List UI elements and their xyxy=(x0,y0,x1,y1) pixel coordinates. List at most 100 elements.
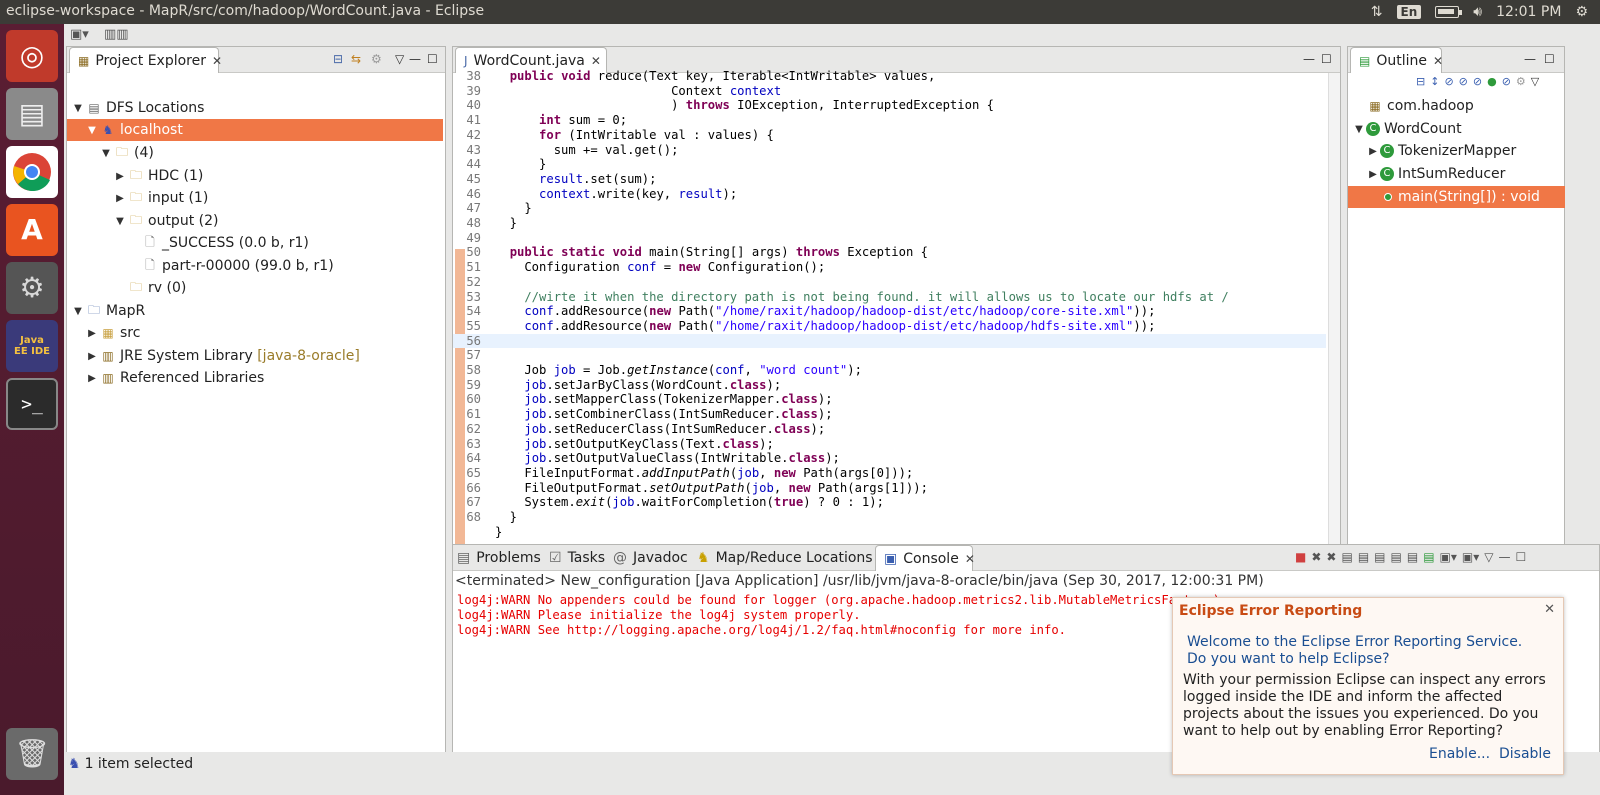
code-line[interactable]: 66 FileOutputFormat.setOutputPath(job, n… xyxy=(453,481,1326,496)
collapse-all-icon[interactable]: ⊟ xyxy=(333,52,343,66)
welcome-link[interactable]: Welcome to the Eclipse Error Reporting S… xyxy=(1187,634,1522,650)
tab-project-explorer[interactable]: ▦ Project Explorer ✕ xyxy=(69,47,222,73)
code-line[interactable]: 38 public void reduce(Text key, Iterable… xyxy=(453,69,1326,84)
open-console-icon[interactable]: ▣▾ xyxy=(1462,550,1479,564)
code-line[interactable]: 64 job.setOutputValueClass(IntWritable.c… xyxy=(453,451,1326,466)
tree-item-localhost[interactable]: ▼ ♞ localhost xyxy=(67,119,443,141)
outline-item-wordcount[interactable]: ▼ C WordCount xyxy=(1348,118,1565,140)
chevron-right-icon[interactable]: ▶ xyxy=(85,328,99,339)
ubuntu-icon[interactable]: ◎ xyxy=(6,30,58,82)
chevron-right-icon[interactable]: ▶ xyxy=(113,193,127,204)
tab-console[interactable]: ▣ Console ✕ xyxy=(875,545,975,571)
close-icon[interactable]: ✕ xyxy=(965,552,975,566)
minimize-icon[interactable]: — xyxy=(1303,52,1315,66)
code-editor[interactable]: 38 public void reduce(Text key, Iterable… xyxy=(453,69,1340,559)
tree-item-mapr[interactable]: ▼ 🗀 MapR xyxy=(67,300,443,322)
outline-item-package[interactable]: ▦ com.hadoop xyxy=(1348,95,1565,117)
show-on-error-icon[interactable]: ▤ xyxy=(1407,550,1418,564)
save-all-icon[interactable]: ▥▥ xyxy=(104,27,129,42)
clock[interactable]: 12:01 PM xyxy=(1496,4,1561,20)
hide-nonpublic-icon[interactable]: ⊘ xyxy=(1473,75,1482,93)
code-line[interactable]: 45 result.set(sum); xyxy=(453,172,1326,187)
chevron-down-icon[interactable]: ▼ xyxy=(71,306,85,317)
maximize-icon[interactable]: ☐ xyxy=(1544,52,1555,66)
minimize-icon[interactable]: — xyxy=(1524,52,1536,66)
maximize-icon[interactable]: ☐ xyxy=(1516,550,1527,564)
code-line[interactable]: 61 job.setCombinerClass(IntSumReducer.cl… xyxy=(453,407,1326,422)
chevron-down-icon[interactable]: ▼ xyxy=(1352,124,1366,135)
word-wrap-icon[interactable]: ▤ xyxy=(1358,550,1369,564)
maximize-icon[interactable]: ☐ xyxy=(1321,52,1332,66)
network-icon[interactable]: ⇅ xyxy=(1371,4,1383,20)
hide-fields-icon[interactable]: ⊘ xyxy=(1444,75,1453,93)
chevron-right-icon[interactable]: ▶ xyxy=(1366,146,1380,157)
code-line[interactable]: 68 } xyxy=(453,510,1326,525)
chevron-right-icon[interactable]: ▶ xyxy=(1366,169,1380,180)
keyboard-layout-indicator[interactable]: En xyxy=(1396,5,1422,19)
view-menu-icon[interactable]: ▽ xyxy=(1531,75,1539,93)
terminal-icon[interactable]: >_ xyxy=(6,378,58,430)
close-icon[interactable]: ✕ xyxy=(212,54,222,68)
software-center-icon[interactable]: A xyxy=(6,204,58,256)
close-icon[interactable]: ✕ xyxy=(1433,54,1443,68)
code-line[interactable]: 62 job.setReducerClass(IntSumReducer.cla… xyxy=(453,422,1326,437)
code-line[interactable]: 67 System.exit(job.waitForCompletion(tru… xyxy=(453,495,1326,510)
tab-tasks[interactable]: ☑ Tasks xyxy=(549,550,605,566)
tree-item-jre-system-library[interactable]: ▶ ▥ JRE System Library [java-8-oracle] xyxy=(67,345,443,367)
disable-link[interactable]: Disable xyxy=(1499,746,1551,762)
code-line[interactable]: 59 job.setJarByClass(WordCount.class); xyxy=(453,378,1326,393)
volume-icon[interactable]: 🔊︎ xyxy=(1473,4,1482,20)
hide-local-types-icon[interactable]: ● xyxy=(1487,75,1497,93)
tab-mapreduce-locations[interactable]: ♞ Map/Reduce Locations xyxy=(697,550,873,566)
tree-item-rv[interactable]: 🗀 rv (0) xyxy=(67,277,443,299)
code-line[interactable]: 46 context.write(key, result); xyxy=(453,187,1326,202)
files-icon[interactable]: ▤ xyxy=(6,88,58,140)
code-line[interactable]: 54 conf.addResource(new Path("/home/raxi… xyxy=(453,304,1326,319)
gear-icon[interactable]: ⚙ xyxy=(1575,4,1588,20)
view-menu-icon[interactable]: ▽ xyxy=(1484,550,1493,564)
tab-problems[interactable]: ▤ Problems xyxy=(457,550,541,566)
outline-item-tokenizermapper[interactable]: ▶ C TokenizerMapper xyxy=(1348,140,1565,162)
overview-ruler[interactable] xyxy=(1328,73,1340,559)
tree-item-hdc[interactable]: ▶ 🗀 HDC (1) xyxy=(67,165,443,187)
code-line[interactable]: 58 Job job = Job.getInstance(conf, "word… xyxy=(453,363,1326,378)
code-line[interactable]: 40 ) throws IOException, InterruptedExce… xyxy=(453,98,1326,113)
link-icon[interactable]: ⊘ xyxy=(1502,75,1511,93)
collapse-all-icon[interactable]: ⊟ xyxy=(1416,75,1425,93)
show-on-output-icon[interactable]: ▤ xyxy=(1391,550,1402,564)
pin-console-icon[interactable]: ▤ xyxy=(1423,550,1434,564)
trash-icon[interactable]: 🗑︎ xyxy=(6,728,58,780)
terminate-icon[interactable]: ■ xyxy=(1295,550,1306,564)
chevron-right-icon[interactable]: ▶ xyxy=(85,373,99,384)
code-line[interactable]: 50 public static void main(String[] args… xyxy=(453,245,1326,260)
outline-item-intsumreducer[interactable]: ▶ C IntSumReducer xyxy=(1348,163,1565,185)
tree-item-dfs-locations[interactable]: ▼ ▤ DFS Locations xyxy=(67,97,443,119)
code-line[interactable]: 42 for (IntWritable val : values) { xyxy=(453,128,1326,143)
chevron-down-icon[interactable]: ▼ xyxy=(99,148,113,159)
tab-javadoc[interactable]: @ Javadoc xyxy=(613,550,688,566)
tree-item-part-r-00000[interactable]: 🗋 part-r-00000 (99.0 b, r1) xyxy=(67,255,443,277)
code-line[interactable]: 48 } xyxy=(453,216,1326,231)
chevron-down-icon[interactable]: ▼ xyxy=(85,125,99,136)
battery-icon[interactable] xyxy=(1435,6,1463,18)
code-line[interactable]: 53 //wirte it when the directory path is… xyxy=(453,290,1326,305)
clear-console-icon[interactable]: ▤ xyxy=(1374,550,1385,564)
new-icon[interactable]: ▣▾ xyxy=(70,27,89,42)
code-line[interactable]: 49 xyxy=(453,231,1326,246)
tree-item-input[interactable]: ▶ 🗀 input (1) xyxy=(67,187,443,209)
settings-icon[interactable]: ⚙ xyxy=(6,262,58,314)
view-menu-icon[interactable]: ▽ xyxy=(395,52,404,66)
tree-item-root-folder[interactable]: ▼ 🗀 (4) xyxy=(67,142,443,164)
code-line[interactable]: 57 xyxy=(453,348,1326,363)
enable-link[interactable]: Enable... xyxy=(1429,746,1490,762)
minimize-icon[interactable]: — xyxy=(409,52,421,66)
code-line[interactable]: 52 xyxy=(453,275,1326,290)
code-line[interactable]: 51 Configuration conf = new Configuratio… xyxy=(453,260,1326,275)
sync-icon[interactable]: ⚙ xyxy=(371,52,382,66)
code-line[interactable]: 43 sum += val.get(); xyxy=(453,143,1326,158)
tab-outline[interactable]: ▤ Outline ✕ xyxy=(1350,47,1443,73)
code-line[interactable]: 56 xyxy=(453,333,1326,349)
tree-item-output[interactable]: ▼ 🗀 output (2) xyxy=(67,210,443,232)
tree-item-success[interactable]: 🗋 _SUCCESS (0.0 b, r1) xyxy=(67,232,443,254)
help-eclipse-link[interactable]: Do you want to help Eclipse? xyxy=(1187,651,1390,667)
